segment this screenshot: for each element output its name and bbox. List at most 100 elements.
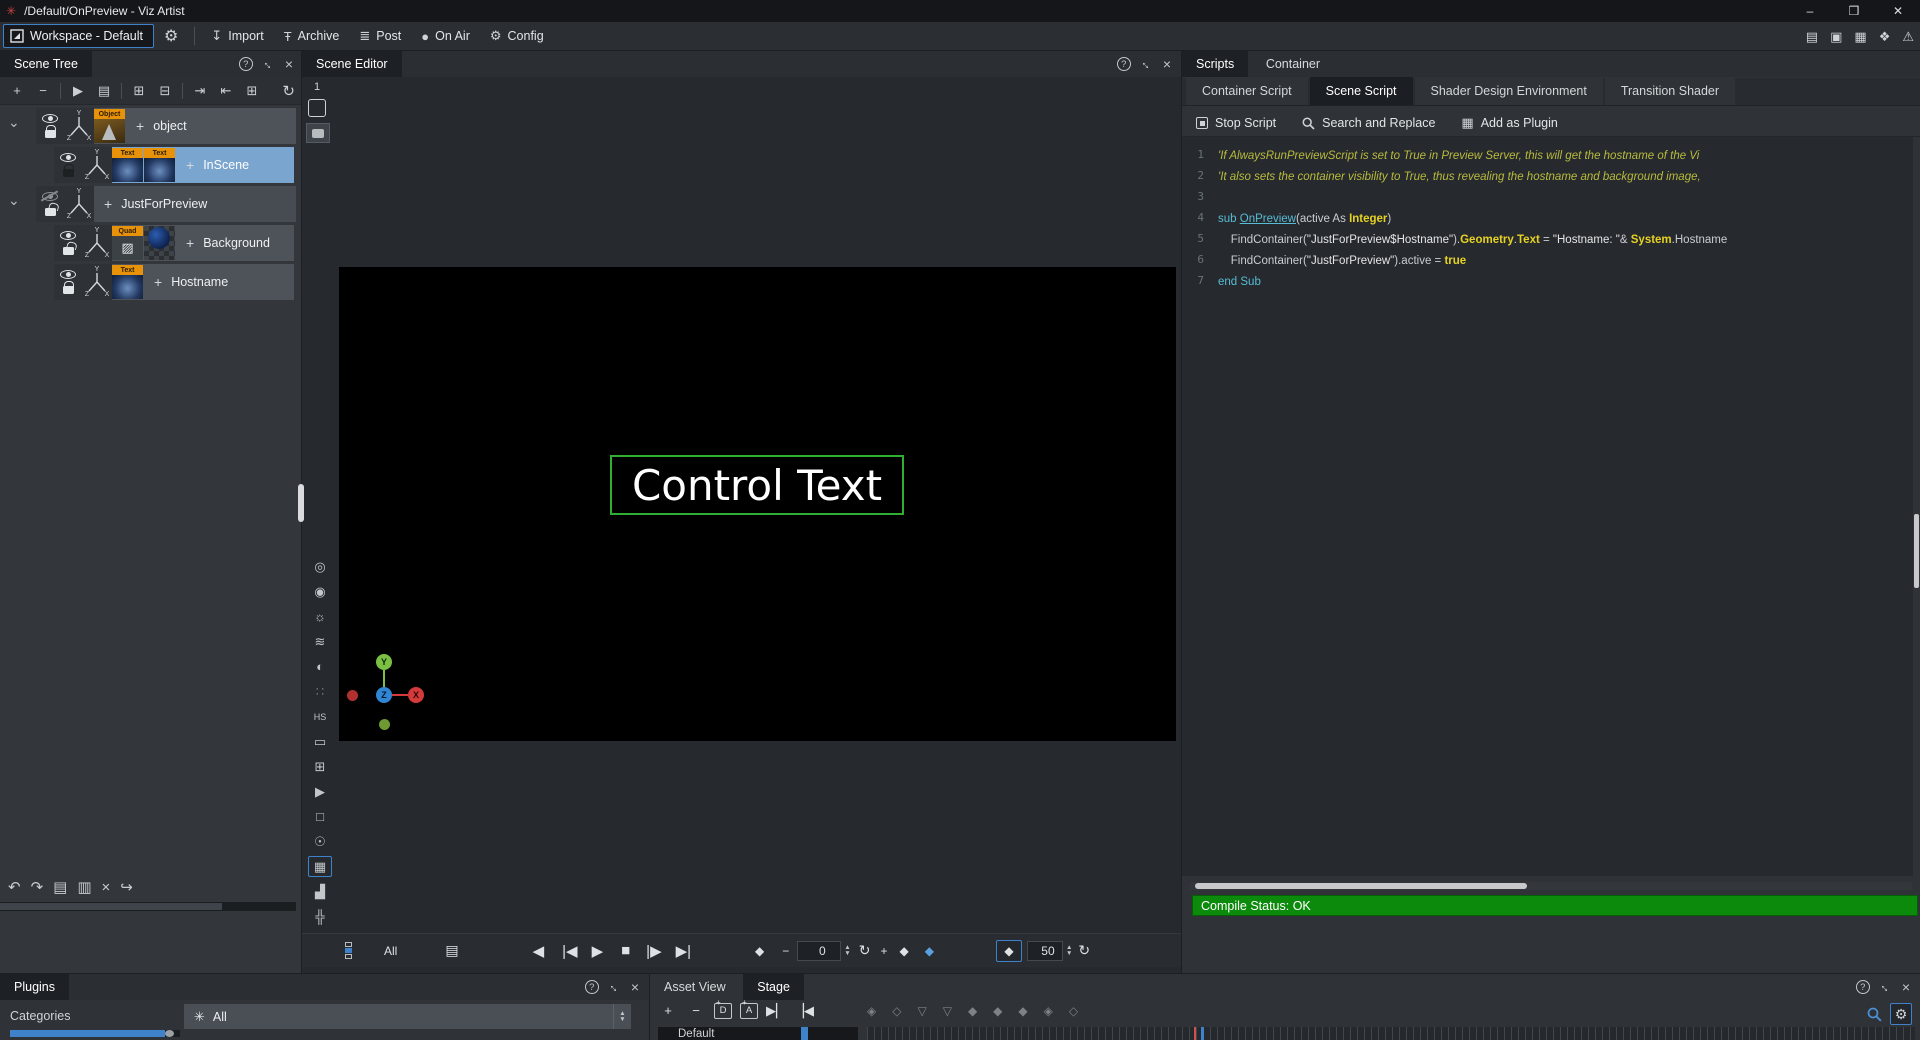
go-end-button[interactable]: ▶| <box>676 942 691 960</box>
help-icon[interactable]: ? <box>239 57 253 71</box>
delete-container[interactable]: − <box>32 81 54 101</box>
chevron-down-icon[interactable]: ⌄ <box>8 114 20 131</box>
jump-prev-icon[interactable]: ▕◀ <box>794 1001 814 1020</box>
focus-icon[interactable]: ◎ <box>308 556 332 577</box>
grid-icon[interactable]: ▦ <box>1854 29 1866 45</box>
scene-tree-hscrollbar[interactable] <box>0 902 296 911</box>
thumbnail-text[interactable]: Text <box>112 148 143 182</box>
timeline-cursor-red[interactable] <box>1194 1027 1196 1040</box>
code-line[interactable]: 4sub OnPreview(active As Integer) <box>1182 207 1913 228</box>
code-line[interactable]: 7end Sub <box>1182 270 1913 291</box>
tab-transition-shader[interactable]: Transition Shader <box>1605 77 1735 105</box>
background-color-button[interactable] <box>306 123 330 143</box>
plugins-tab[interactable]: Plugins <box>0 974 69 1000</box>
panel-splitter-handle[interactable] <box>298 484 304 522</box>
expand-icon[interactable]: ↔ <box>1877 978 1895 996</box>
archive-button[interactable]: ŦArchive <box>274 24 350 48</box>
keyframe-spread-icon[interactable]: ◇ <box>1069 1004 1078 1018</box>
code-line[interactable]: 1'If AlwaysRunPreviewScript is set to Tr… <box>1182 144 1913 165</box>
title-area-icon[interactable]: ▭ <box>308 731 332 752</box>
tab-scene-script[interactable]: Scene Script <box>1310 77 1413 105</box>
center-view-icon[interactable]: ⊞ <box>308 756 332 777</box>
undo-icon[interactable]: ↶ <box>8 878 21 896</box>
speed-spinner[interactable]: ▲▼ <box>1066 945 1072 957</box>
keyframe-down-icon[interactable]: ▽ <box>917 1004 926 1018</box>
minimize-button[interactable]: – <box>1788 0 1832 22</box>
expand-tree-icon[interactable]: ⊞ <box>128 81 150 101</box>
thumbnail-globe[interactable] <box>144 226 175 260</box>
refresh-icon[interactable]: ↻ <box>1078 942 1090 959</box>
current-keyframe-icon[interactable]: ◆ <box>925 944 934 958</box>
stage-track-default[interactable]: Default <box>658 1027 858 1040</box>
vertex-select-icon[interactable]: ∷ <box>308 681 332 702</box>
tree-row-object[interactable]: ⌄YZXObject+object <box>0 108 301 144</box>
play-button[interactable]: ▶ <box>592 942 604 960</box>
help-icon[interactable]: ? <box>585 980 599 994</box>
workspace-settings-button[interactable]: ⚙ <box>154 24 188 48</box>
jump-next-icon[interactable]: ▶▏ <box>766 1001 786 1020</box>
keyframe-path1-icon[interactable]: ◆ <box>968 1004 977 1018</box>
snap-icon[interactable]: ❖ <box>1879 29 1891 45</box>
code-line[interactable]: 3 <box>1182 186 1913 207</box>
play-reverse-button[interactable]: ◀ <box>533 942 545 960</box>
frame-counter-input[interactable]: 0 <box>797 941 841 961</box>
decrement-button[interactable]: − <box>782 944 789 958</box>
thumbnail-quad[interactable]: Quad▨ <box>112 226 143 260</box>
tree-row-JustForPreview[interactable]: ⌄YZX+JustForPreview <box>0 186 301 222</box>
code-vscrollbar[interactable] <box>1914 514 1919 588</box>
keyframe-mark-icon[interactable]: ▽ <box>943 1004 952 1018</box>
expand-icon[interactable]: ↔ <box>260 55 278 73</box>
search-replace-button[interactable]: Search and Replace <box>1302 116 1435 130</box>
axis-icon[interactable]: YZX <box>64 186 94 220</box>
eye-icon[interactable] <box>60 270 76 279</box>
reload-icon[interactable]: ↪ <box>120 878 133 896</box>
layers-icon[interactable]: ≋ <box>308 631 332 652</box>
on-air-button[interactable]: ●On Air <box>411 24 480 48</box>
timeline-cursor-blue[interactable] <box>1201 1027 1204 1040</box>
add-action-icon[interactable]: A <box>740 1003 758 1019</box>
scene-editor-tab[interactable]: Scene Editor <box>302 51 402 77</box>
gizmo-z-handle[interactable]: Z <box>376 687 392 703</box>
increment-button[interactable]: + <box>880 944 887 958</box>
post-button[interactable]: ≣Post <box>349 24 411 48</box>
bulb-icon[interactable]: ☉ <box>308 831 332 852</box>
speed-input[interactable]: 50 <box>1027 941 1063 961</box>
tab-asset-view[interactable]: Asset View <box>650 974 740 1000</box>
close-icon[interactable]: × <box>285 56 293 72</box>
lock-open-icon[interactable] <box>45 208 56 216</box>
thumbnail-object[interactable]: Object <box>94 109 125 143</box>
keyframe-path2-icon[interactable]: ◆ <box>993 1004 1002 1018</box>
code-line[interactable]: 6 FindContainer("JustForPreview").active… <box>1182 249 1913 270</box>
chevron-down-icon[interactable]: ⌄ <box>8 192 20 209</box>
code-line[interactable]: 5 FindContainer("JustForPreview$Hostname… <box>1182 228 1913 249</box>
bounding-box-icon[interactable]: ▦ <box>308 856 332 877</box>
remove-icon[interactable]: − <box>686 1001 706 1020</box>
lock-icon[interactable] <box>45 130 56 138</box>
keyframe-film-icon[interactable]: ▤ <box>445 942 458 959</box>
dropdown-spinner[interactable]: ▲▼ <box>613 1004 631 1029</box>
add-container[interactable]: + <box>6 81 28 101</box>
next-keyframe-icon[interactable]: ◆ <box>899 944 908 958</box>
help-icon[interactable]: ? <box>1856 980 1870 994</box>
add-as-plugin-button[interactable]: ▦Add as Plugin <box>1461 115 1557 131</box>
axis-icon[interactable]: YZX <box>82 264 112 298</box>
add-group-icon[interactable]: ⊞ <box>241 81 263 101</box>
refresh-icon[interactable]: ↻ <box>282 82 295 100</box>
lock-icon[interactable] <box>63 169 74 177</box>
stop-script-button[interactable]: Stop Script <box>1196 116 1276 130</box>
scene-tree-tab[interactable]: Scene Tree <box>0 51 92 77</box>
code-hscrollbar[interactable] <box>1190 882 1912 890</box>
keyframe-move-icon[interactable]: ◈ <box>867 1004 876 1018</box>
tab-stage[interactable]: Stage <box>743 974 804 1000</box>
workspace-button[interactable]: Workspace - Default <box>3 24 154 48</box>
frame-spinner[interactable]: ▲▼ <box>844 945 850 957</box>
gizmo-x-handle[interactable]: X <box>408 687 424 703</box>
play-box-icon[interactable]: ▶ <box>308 781 332 802</box>
scene-viewport[interactable]: Control Text Y Z X <box>339 267 1176 741</box>
loop-icon[interactable]: ↻ <box>859 942 871 959</box>
close-icon[interactable]: × <box>631 979 639 995</box>
axis-icon[interactable]: YZX <box>82 147 112 181</box>
axis-icon[interactable]: YZX <box>82 225 112 259</box>
config-button[interactable]: ⚙Config <box>480 24 554 48</box>
help-icon[interactable]: ? <box>1117 57 1131 71</box>
